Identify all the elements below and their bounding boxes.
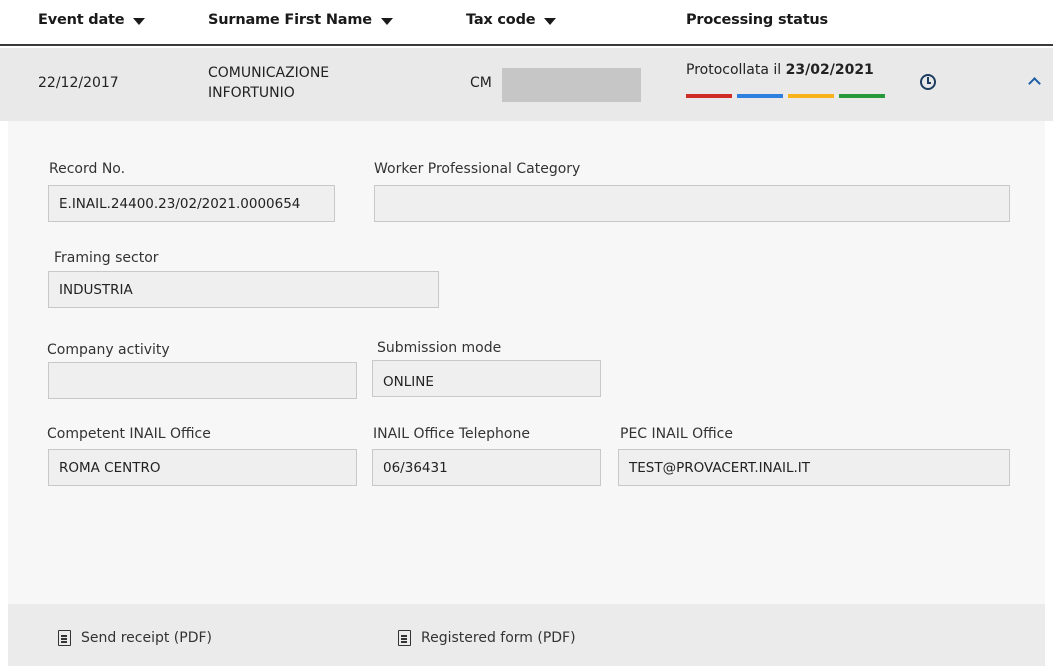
chevron-up-icon[interactable] <box>1028 77 1041 90</box>
status-bar-green <box>839 94 885 98</box>
column-label: Surname First Name <box>208 12 372 28</box>
document-icon <box>58 630 71 646</box>
column-label: Processing status <box>686 12 828 28</box>
record-no-field: E.INAIL.24400.23/02/2021.0000654 <box>48 185 335 222</box>
redacted-tax-code <box>502 68 641 102</box>
status-date: 23/02/2021 <box>785 62 874 78</box>
send-receipt-link[interactable]: Send receipt (PDF) <box>58 630 212 646</box>
name-line-2: INFORTUNIO <box>208 85 295 101</box>
company-activity-label: Company activity <box>47 342 170 358</box>
status-text: Protocollata il 23/02/2021 <box>686 62 874 78</box>
registered-form-label: Registered form (PDF) <box>421 630 576 646</box>
column-label: Tax code <box>466 12 536 28</box>
detail-panel: Record No. E.INAIL.24400.23/02/2021.0000… <box>8 121 1045 604</box>
status-bar-yellow <box>788 94 834 98</box>
inail-office-field: ROMA CENTRO <box>48 449 357 486</box>
submission-mode-label: Submission mode <box>377 340 502 356</box>
submission-mode-field: ONLINE <box>372 360 601 397</box>
caret-down-icon <box>544 17 557 25</box>
name-line-1: COMUNICAZIONE <box>208 65 330 81</box>
office-phone-label: INAIL Office Telephone <box>373 426 530 442</box>
column-header-name[interactable]: Surname First Name <box>208 12 393 28</box>
office-phone-field: 06/36431 <box>372 449 601 486</box>
framing-sector-label: Framing sector <box>54 250 159 266</box>
company-activity-field <box>48 362 357 399</box>
framing-sector-field: INDUSTRIA <box>48 271 439 308</box>
document-icon <box>398 630 411 646</box>
event-date-cell: 22/12/2017 <box>38 75 119 91</box>
column-label: Event date <box>38 12 125 28</box>
caret-down-icon <box>380 17 393 25</box>
record-no-label: Record No. <box>49 161 126 177</box>
tax-code-cell: CM <box>470 75 492 91</box>
worker-category-field <box>374 185 1010 222</box>
status-bar-red <box>686 94 732 98</box>
worker-category-label: Worker Professional Category <box>374 161 581 177</box>
column-header-tax-code[interactable]: Tax code <box>466 12 557 28</box>
send-receipt-label: Send receipt (PDF) <box>81 630 212 646</box>
pec-office-label: PEC INAIL Office <box>620 426 733 442</box>
table-header: Event date Surname First Name Tax code P… <box>0 0 1053 46</box>
status-prefix: Protocollata il <box>686 62 786 78</box>
pec-office-field: TEST@PROVACERT.INAIL.IT <box>618 449 1010 486</box>
registered-form-link[interactable]: Registered form (PDF) <box>398 630 576 646</box>
column-header-event-date[interactable]: Event date <box>38 12 146 28</box>
clock-icon[interactable] <box>920 74 936 90</box>
table-row[interactable]: 22/12/2017 COMUNICAZIONE INFORTUNIO CM P… <box>0 48 1053 121</box>
inail-office-label: Competent INAIL Office <box>47 426 211 442</box>
column-header-processing-status: Processing status <box>686 12 828 28</box>
status-progress-bars <box>686 94 885 98</box>
status-bar-blue <box>737 94 783 98</box>
caret-down-icon <box>133 17 146 25</box>
name-cell: COMUNICAZIONE INFORTUNIO <box>208 63 329 103</box>
detail-footer: Send receipt (PDF) Registered form (PDF) <box>8 604 1045 666</box>
